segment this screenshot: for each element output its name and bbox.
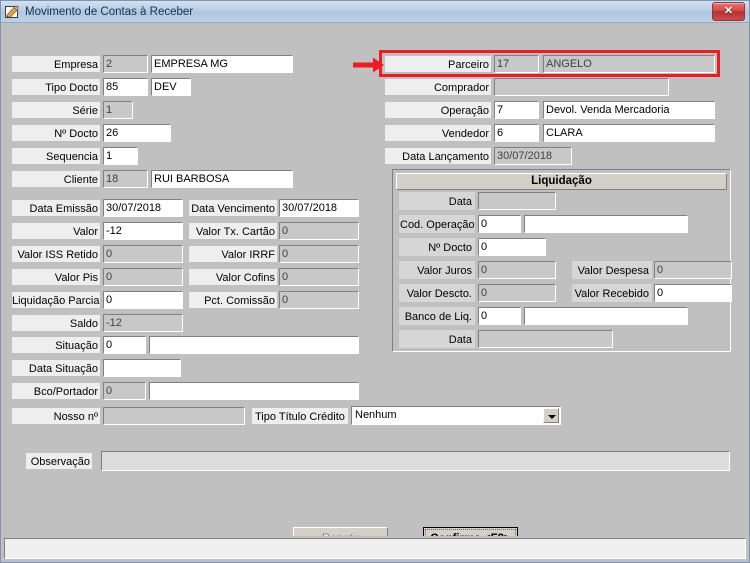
label-liq-valor-descto: Valor Descto. — [399, 284, 475, 302]
field-saldo[interactable]: -12 — [103, 314, 183, 332]
form-client-area: Empresa 2 EMPRESA MG Tipo Docto 85 DEV S… — [1, 23, 749, 562]
field-vendedor-desc[interactable]: CLARA — [543, 124, 715, 142]
label-situacao: Situação — [11, 336, 101, 354]
label-saldo: Saldo — [11, 314, 101, 332]
label-valor-irrf: Valor IRRF — [188, 245, 278, 263]
field-n-docto-code[interactable]: 26 — [103, 124, 171, 142]
label-data-vencimento: Data Vencimento — [188, 199, 278, 217]
field-bco-portador-code[interactable]: 0 — [103, 382, 146, 400]
field-comprador-desc[interactable] — [494, 78, 669, 96]
field-nosso-numero[interactable] — [103, 407, 245, 425]
field-parceiro-code[interactable]: 17 — [494, 55, 539, 73]
field-observacao[interactable] — [101, 451, 730, 471]
field-valor-tx-cartao[interactable]: 0 — [279, 222, 359, 240]
label-liq-n-docto: Nº Docto — [399, 238, 475, 256]
label-liq-cod-operacao: Cod. Operação — [399, 215, 475, 233]
field-liquidacao-parcial[interactable]: 0 — [103, 291, 183, 309]
label-comprador: Comprador — [384, 78, 492, 96]
liquidacao-group-title: Liquidação — [396, 173, 727, 190]
field-valor-cofins[interactable]: 0 — [279, 268, 359, 286]
field-operacao-code[interactable]: 7 — [494, 101, 539, 119]
close-button[interactable]: ✕ — [712, 2, 745, 21]
field-liq-valor-juros[interactable]: 0 — [478, 261, 556, 279]
select-tipo-titulo-credito-value: Nenhum — [355, 409, 397, 421]
close-icon: ✕ — [723, 5, 734, 17]
label-valor-pis: Valor Pis — [11, 268, 101, 286]
label-cliente: Cliente — [11, 170, 101, 188]
field-valor[interactable]: -12 — [103, 222, 183, 240]
field-cliente-desc[interactable]: RUI BARBOSA — [151, 170, 293, 188]
annotation-arrow-icon — [353, 57, 384, 73]
field-cliente-code[interactable]: 18 — [103, 170, 148, 188]
field-data-vencimento[interactable]: 30/07/2018 — [279, 199, 359, 217]
label-data-lancamento: Data Lançamento — [384, 147, 492, 165]
field-bco-portador-desc[interactable] — [149, 382, 359, 400]
label-observacao: Observação — [25, 452, 93, 470]
field-valor-irrf[interactable]: 0 — [279, 245, 359, 263]
label-pct-comissao: Pct. Comissão — [188, 291, 278, 309]
field-situacao-code[interactable]: 0 — [103, 336, 146, 354]
label-liquidacao-parcial: Liquidação Parcial — [11, 291, 101, 309]
label-serie: Série — [11, 101, 101, 119]
field-valor-pis[interactable]: 0 — [103, 268, 183, 286]
field-liq-cod-operacao-code[interactable]: 0 — [478, 215, 521, 233]
field-data-emissao[interactable]: 30/07/2018 — [103, 199, 183, 217]
field-data-lancamento[interactable]: 30/07/2018 — [494, 147, 572, 165]
label-parceiro: Parceiro — [384, 55, 492, 73]
label-valor-cofins: Valor Cofins — [188, 268, 278, 286]
application-window: Movimento de Contas à Receber ✕ Empresa … — [0, 0, 750, 563]
field-liq-valor-descto[interactable]: 0 — [478, 284, 556, 302]
label-valor-tx-cartao: Valor Tx. Cartão — [188, 222, 278, 240]
field-liq-valor-despesa[interactable]: 0 — [654, 261, 732, 279]
field-pct-comissao[interactable]: 0 — [279, 291, 359, 309]
field-sequencia-code[interactable]: 1 — [103, 147, 138, 165]
field-situacao-desc[interactable] — [149, 336, 359, 354]
label-valor: Valor — [11, 222, 101, 240]
label-operacao: Operação — [384, 101, 492, 119]
field-data-situacao[interactable] — [103, 359, 181, 377]
label-liq-banco: Banco de Liq. — [399, 307, 475, 325]
field-liq-data-2[interactable] — [478, 330, 613, 348]
label-valor-iss-retido: Valor ISS Retido — [11, 245, 101, 263]
title-bar[interactable]: Movimento de Contas à Receber ✕ — [1, 1, 749, 23]
label-data-emissao: Data Emissão — [11, 199, 101, 217]
chevron-down-icon[interactable] — [543, 408, 559, 423]
window-title: Movimento de Contas à Receber — [25, 5, 194, 18]
label-liq-data-1: Data — [399, 192, 475, 210]
label-empresa: Empresa — [11, 55, 101, 73]
label-liq-valor-despesa: Valor Despesa — [572, 261, 652, 279]
label-liq-valor-juros: Valor Juros — [399, 261, 475, 279]
label-liq-data-2: Data — [399, 330, 475, 348]
field-liq-n-docto[interactable]: 0 — [478, 238, 546, 256]
field-tipo-docto-code[interactable]: 85 — [103, 78, 148, 96]
notepad-pencil-icon — [5, 5, 20, 19]
field-tipo-docto-desc[interactable]: DEV — [151, 78, 191, 96]
field-operacao-desc[interactable]: Devol. Venda Mercadoria — [543, 101, 715, 119]
field-liq-valor-recebido[interactable]: 0 — [654, 284, 732, 302]
label-n-docto: Nº Docto — [11, 124, 101, 142]
label-bco-portador: Bco/Portador — [11, 382, 101, 400]
field-liq-banco-desc[interactable] — [524, 307, 688, 325]
label-tipo-docto: Tipo Docto — [11, 78, 101, 96]
label-tipo-titulo-credito: Tipo Título Crédito — [251, 407, 349, 425]
select-tipo-titulo-credito[interactable]: Nenhum — [351, 406, 561, 425]
label-nosso-numero: Nosso nº — [11, 407, 101, 425]
field-parceiro-desc[interactable]: ANGELO — [543, 55, 715, 73]
status-bar-panel — [4, 538, 746, 559]
field-liq-data-1[interactable] — [478, 192, 556, 210]
field-empresa-code[interactable]: 2 — [103, 55, 148, 73]
label-liq-valor-recebido: Valor Recebido — [572, 284, 652, 302]
field-liq-cod-operacao-desc[interactable] — [524, 215, 688, 233]
field-vendedor-code[interactable]: 6 — [494, 124, 539, 142]
field-serie-code[interactable]: 1 — [103, 101, 133, 119]
field-empresa-desc[interactable]: EMPRESA MG — [151, 55, 293, 73]
label-sequencia: Sequencia — [11, 147, 101, 165]
field-liq-banco-code[interactable]: 0 — [478, 307, 521, 325]
label-vendedor: Vendedor — [384, 124, 492, 142]
status-bar — [1, 536, 749, 562]
label-data-situacao: Data Situação — [11, 359, 101, 377]
field-valor-iss-retido[interactable]: 0 — [103, 245, 183, 263]
